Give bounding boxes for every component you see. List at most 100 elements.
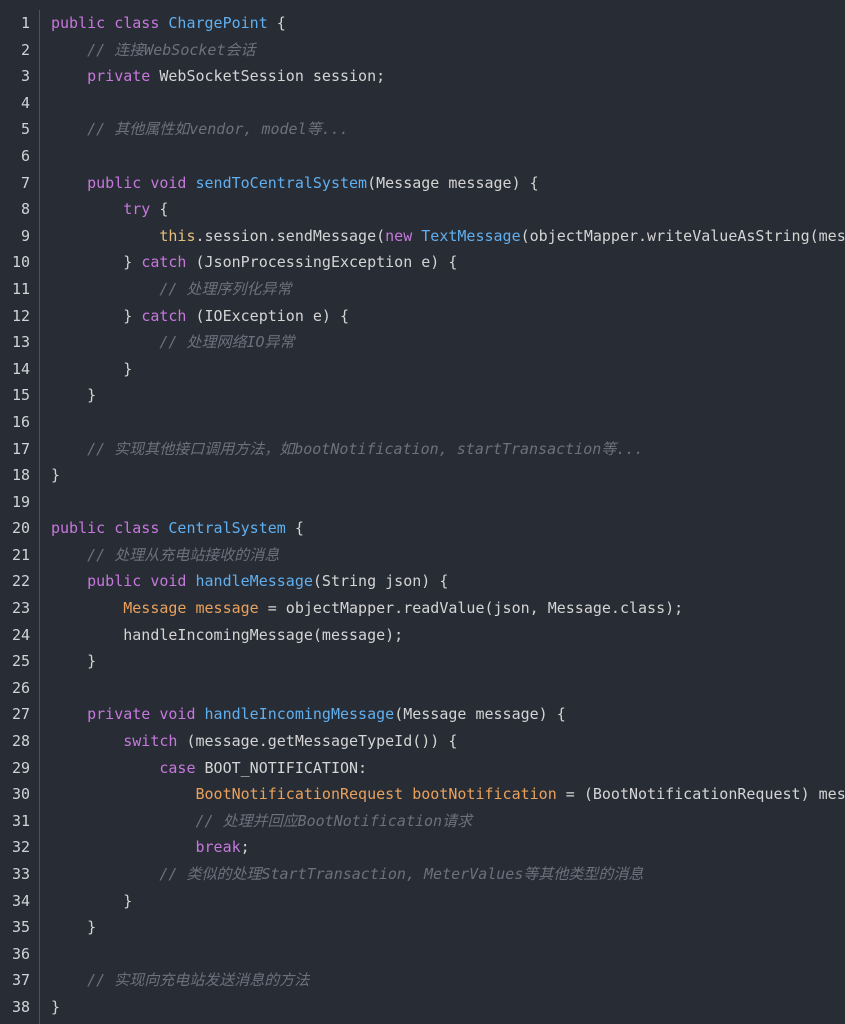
code-token: try (123, 200, 151, 219)
code-token: BootNotificationRequest bootNotification (195, 785, 557, 804)
code-line: 20 public class CentralSystem { (0, 515, 845, 542)
code-text: switch (message.getMessageTypeId()) { (30, 728, 845, 755)
code-line: 2 // 连接WebSocket会话 (0, 37, 845, 64)
line-number: 34 (11, 891, 30, 910)
code-line: 11 // 处理序列化异常 (0, 276, 845, 303)
code-token: catch (141, 306, 187, 325)
code-token: // 其他属性如vendor, model等... (87, 120, 349, 139)
code-text: } (30, 888, 845, 915)
code-token: TextMessage (421, 226, 521, 245)
line-number: 8 (20, 200, 30, 219)
line-number: 31 (11, 811, 30, 830)
line-number: 28 (11, 732, 30, 751)
code-line: 30 BootNotificationRequest bootNotificat… (0, 781, 845, 808)
code-line: 37 // 实现向充电站发送消息的方法 (0, 967, 845, 994)
code-text: public class CentralSystem { (30, 515, 845, 542)
code-token: // 处理并回应BootNotification请求 (195, 811, 473, 830)
line-number: 7 (20, 173, 30, 192)
line-number: 32 (11, 838, 30, 857)
code-token: public void (87, 173, 196, 192)
line-number: 23 (11, 599, 30, 618)
code-token: } (51, 997, 61, 1016)
line-number: 15 (11, 386, 30, 405)
code-line: 14 } (0, 356, 845, 383)
code-token: ; (240, 838, 250, 857)
line-number: 17 (11, 439, 30, 458)
code-text: } (30, 914, 845, 941)
code-token: (message.getMessageTypeId()) { (177, 732, 458, 751)
line-number: 35 (11, 918, 30, 937)
line-number: 12 (11, 306, 30, 325)
code-token: (JsonProcessingException e) { (186, 253, 458, 272)
line-number: 13 (11, 333, 30, 352)
code-token: } (51, 253, 142, 272)
code-text: } catch (IOException e) { (30, 303, 845, 330)
code-line: 26 (0, 675, 845, 702)
code-text: public void sendToCentralSystem(Message … (30, 170, 845, 197)
code-text: this.session.sendMessage(new TextMessage… (30, 223, 845, 250)
code-line: 35 } (0, 914, 845, 941)
code-token: break (195, 838, 241, 857)
code-text: private void handleIncomingMessage(Messa… (30, 701, 845, 728)
code-token: (Message message) { (367, 173, 539, 192)
code-text: // 处理从充电站接收的消息 (30, 542, 845, 569)
code-token: { (285, 519, 304, 538)
code-token: // 实现其他接口调用方法，如bootNotification, startTr… (87, 439, 644, 458)
code-token: ChargePoint (168, 14, 268, 32)
code-text: case BOOT_NOTIFICATION: (30, 755, 845, 782)
code-token: public void (87, 572, 196, 591)
line-number: 3 (20, 67, 30, 86)
code-token: BOOT_NOTIFICATION: (195, 758, 368, 777)
code-line: 7 public void sendToCentralSystem(Messag… (0, 170, 845, 197)
code-token: (IOException e) { (186, 306, 350, 325)
code-text: break; (30, 834, 845, 861)
code-token: // 处理网络IO异常 (159, 333, 295, 352)
code-line: 15 } (0, 382, 845, 409)
code-editor[interactable]: 1 public class ChargePoint {2 // 连接WebSoc… (0, 0, 845, 1024)
code-line: 5 // 其他属性如vendor, model等... (0, 116, 845, 143)
line-number: 1 (20, 14, 30, 32)
code-line: 17 // 实现其他接口调用方法，如bootNotification, star… (0, 436, 845, 463)
code-text: // 处理并回应BootNotification请求 (30, 808, 845, 835)
code-token: } (51, 306, 142, 325)
line-number: 20 (11, 519, 30, 538)
code-line: 31 // 处理并回应BootNotification请求 (0, 808, 845, 835)
code-text: } (30, 382, 845, 409)
line-number: 5 (20, 120, 30, 139)
line-number: 33 (11, 865, 30, 883)
line-number: 19 (11, 492, 30, 511)
code-line: 36 (0, 941, 845, 968)
code-token: public class (51, 14, 169, 32)
code-token: } (51, 891, 133, 910)
code-text: public void handleMessage(String json) { (30, 568, 845, 595)
code-text: } (30, 356, 845, 383)
code-line: 10 } catch (JsonProcessingException e) { (0, 249, 845, 276)
code-text: // 其他属性如vendor, model等... (30, 116, 845, 143)
line-number: 26 (11, 678, 30, 697)
code-line: 13 // 处理网络IO异常 (0, 329, 845, 356)
code-token: switch (123, 732, 178, 751)
code-line: 3 private WebSocketSession session; (0, 63, 845, 90)
code-line: 12 } catch (IOException e) { (0, 303, 845, 330)
code-token: (Message message) { (394, 705, 566, 724)
code-token: } (51, 359, 133, 378)
code-text: // 实现向充电站发送消息的方法 (30, 967, 845, 994)
code-line: 1 public class ChargePoint { (0, 10, 845, 37)
code-token: handleMessage (195, 572, 313, 591)
line-number: 25 (11, 652, 30, 671)
code-token: = objectMapper.readValue(json, Message.c… (258, 599, 684, 618)
code-line: 4 (0, 90, 845, 117)
code-line: 29 case BOOT_NOTIFICATION: (0, 755, 845, 782)
